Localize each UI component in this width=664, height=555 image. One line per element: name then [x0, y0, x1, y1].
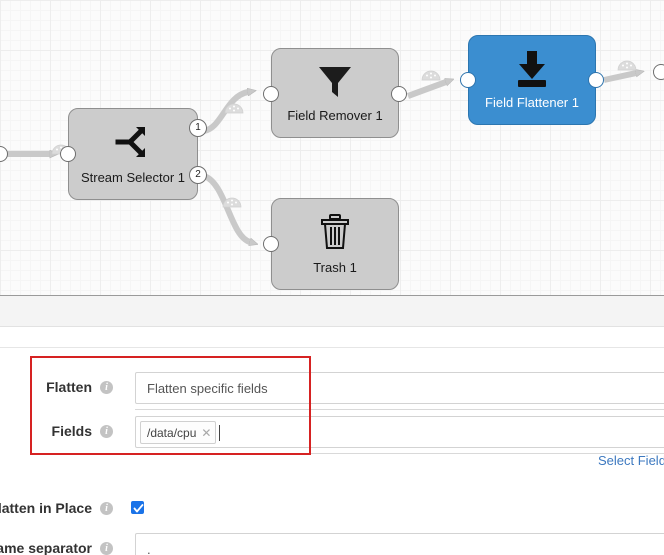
fields-tag-text: /data/cpu: [147, 425, 197, 440]
node-trash[interactable]: Trash 1: [271, 198, 399, 290]
node-label: Field Remover 1: [287, 108, 383, 123]
funnel-icon: [272, 61, 398, 103]
flatten-dropdown-value: Flatten specific fields: [147, 381, 268, 396]
info-icon[interactable]: i: [100, 381, 113, 394]
panel-header-bar: [0, 295, 664, 327]
branch-arrows-icon: [69, 121, 197, 163]
node-label: Stream Selector 1: [80, 170, 186, 185]
select-field-link[interactable]: Select Field: [598, 453, 664, 468]
port-stream-selector-out-1[interactable]: 1: [189, 119, 207, 137]
trash-can-icon: [272, 211, 398, 253]
port-field-flattener-out[interactable]: [588, 72, 604, 88]
name-separator-label: ame separator: [0, 540, 92, 555]
info-icon[interactable]: i: [100, 542, 113, 555]
port-field-remover-in[interactable]: [263, 86, 279, 102]
port-index: 2: [195, 169, 201, 180]
node-field-remover[interactable]: Field Remover 1: [271, 48, 399, 138]
port-trash-in[interactable]: [263, 236, 279, 252]
info-icon[interactable]: i: [100, 502, 113, 515]
download-arrow-icon: [469, 48, 595, 90]
port-stream-selector-in[interactable]: [60, 146, 76, 162]
flatten-label: Flatten: [46, 379, 92, 395]
node-label: Trash 1: [313, 260, 357, 275]
form-row-flatten-in-place: latten in Place i: [0, 491, 664, 535]
node-configuration-panel: Flatten i Flatten specific fields Fields…: [0, 348, 664, 555]
divider: [135, 453, 664, 454]
close-icon[interactable]: ✕: [201, 427, 211, 439]
flatten-in-place-checkbox[interactable]: [131, 501, 144, 514]
node-field-flattener[interactable]: Field Flattener 1: [468, 35, 596, 125]
workflow-canvas[interactable]: Stream Selector 1 1 2 Field Remover 1 Fi…: [0, 0, 664, 295]
divider: [135, 409, 664, 410]
name-separator-value: .: [147, 542, 151, 555]
form-row-fields: Fields i /data/cpu ✕: [0, 414, 664, 458]
node-label: Field Flattener 1: [485, 95, 579, 110]
application-window: Stream Selector 1 1 2 Field Remover 1 Fi…: [0, 0, 664, 555]
panel-toolbar-area: [0, 327, 664, 348]
name-separator-input[interactable]: .: [135, 533, 664, 555]
info-icon[interactable]: i: [100, 425, 113, 438]
port-field-remover-out[interactable]: [391, 86, 407, 102]
text-cursor: [219, 425, 220, 441]
port-next-node-in[interactable]: [653, 64, 664, 80]
node-stream-selector[interactable]: Stream Selector 1: [68, 108, 198, 200]
port-stream-selector-out-2[interactable]: 2: [189, 166, 207, 184]
flatten-in-place-label: latten in Place: [0, 500, 92, 516]
form-row-name-separator: ame separator i .: [0, 531, 664, 555]
fields-label: Fields: [51, 423, 92, 439]
form-row-flatten: Flatten i Flatten specific fields: [0, 370, 664, 414]
fields-tag-input[interactable]: /data/cpu ✕: [135, 416, 664, 448]
port-index: 1: [195, 122, 201, 133]
check-icon: [133, 504, 144, 513]
fields-tag[interactable]: /data/cpu ✕: [140, 421, 217, 444]
port-field-flattener-in[interactable]: [460, 72, 476, 88]
flatten-dropdown[interactable]: Flatten specific fields: [135, 372, 664, 404]
